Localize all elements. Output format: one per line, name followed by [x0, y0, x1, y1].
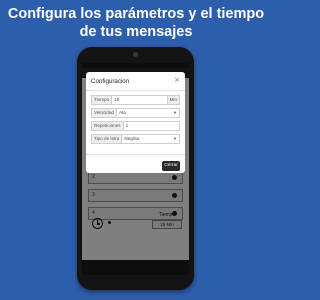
- headline-line-2: de tus mensajes: [79, 24, 193, 40]
- repetitions-label: Repeticiones: [92, 122, 124, 130]
- modal-footer-divider: [86, 154, 185, 155]
- chevron-down-icon: ▼: [173, 110, 177, 115]
- speed-label: Velocidad: [92, 109, 117, 117]
- speed-select-value: Ata: [118, 110, 126, 115]
- time-unit: Min: [166, 96, 179, 104]
- phone-screen: 2 3 4 Tiempo 15 Min Configuracion × Tiem…: [82, 63, 189, 275]
- font-type-label: Tipo de letra: [92, 135, 123, 143]
- speed-field: Velocidad Ata ▼: [91, 108, 180, 118]
- modal-header-divider: [86, 90, 185, 91]
- chevron-down-icon: ▼: [173, 136, 177, 141]
- speed-select[interactable]: Ata ▼: [117, 109, 179, 117]
- time-input[interactable]: 15: [112, 96, 166, 104]
- navigation-bar: [82, 260, 189, 275]
- repetitions-input[interactable]: 1: [124, 122, 179, 130]
- settings-modal: Configuracion × Tiempo 15 Min Velocidad …: [86, 72, 185, 173]
- time-label: Tiempo: [92, 96, 113, 104]
- repetitions-field: Repeticiones 1: [91, 121, 180, 131]
- headline: Configura los parámetros y el tiempo de …: [0, 5, 272, 41]
- headline-line-1: Configura los parámetros y el tiempo: [7, 6, 265, 22]
- font-type-select[interactable]: Negrita ▼: [122, 135, 179, 143]
- close-button[interactable]: Cerrar: [162, 161, 180, 171]
- modal-title: Configuracion: [91, 78, 130, 85]
- camera-icon: [133, 52, 138, 57]
- close-icon[interactable]: ×: [174, 77, 180, 84]
- font-type-select-value: Negrita: [124, 136, 140, 141]
- time-field: Tiempo 15 Min: [91, 95, 180, 105]
- font-type-field: Tipo de letra Negrita ▼: [91, 134, 180, 144]
